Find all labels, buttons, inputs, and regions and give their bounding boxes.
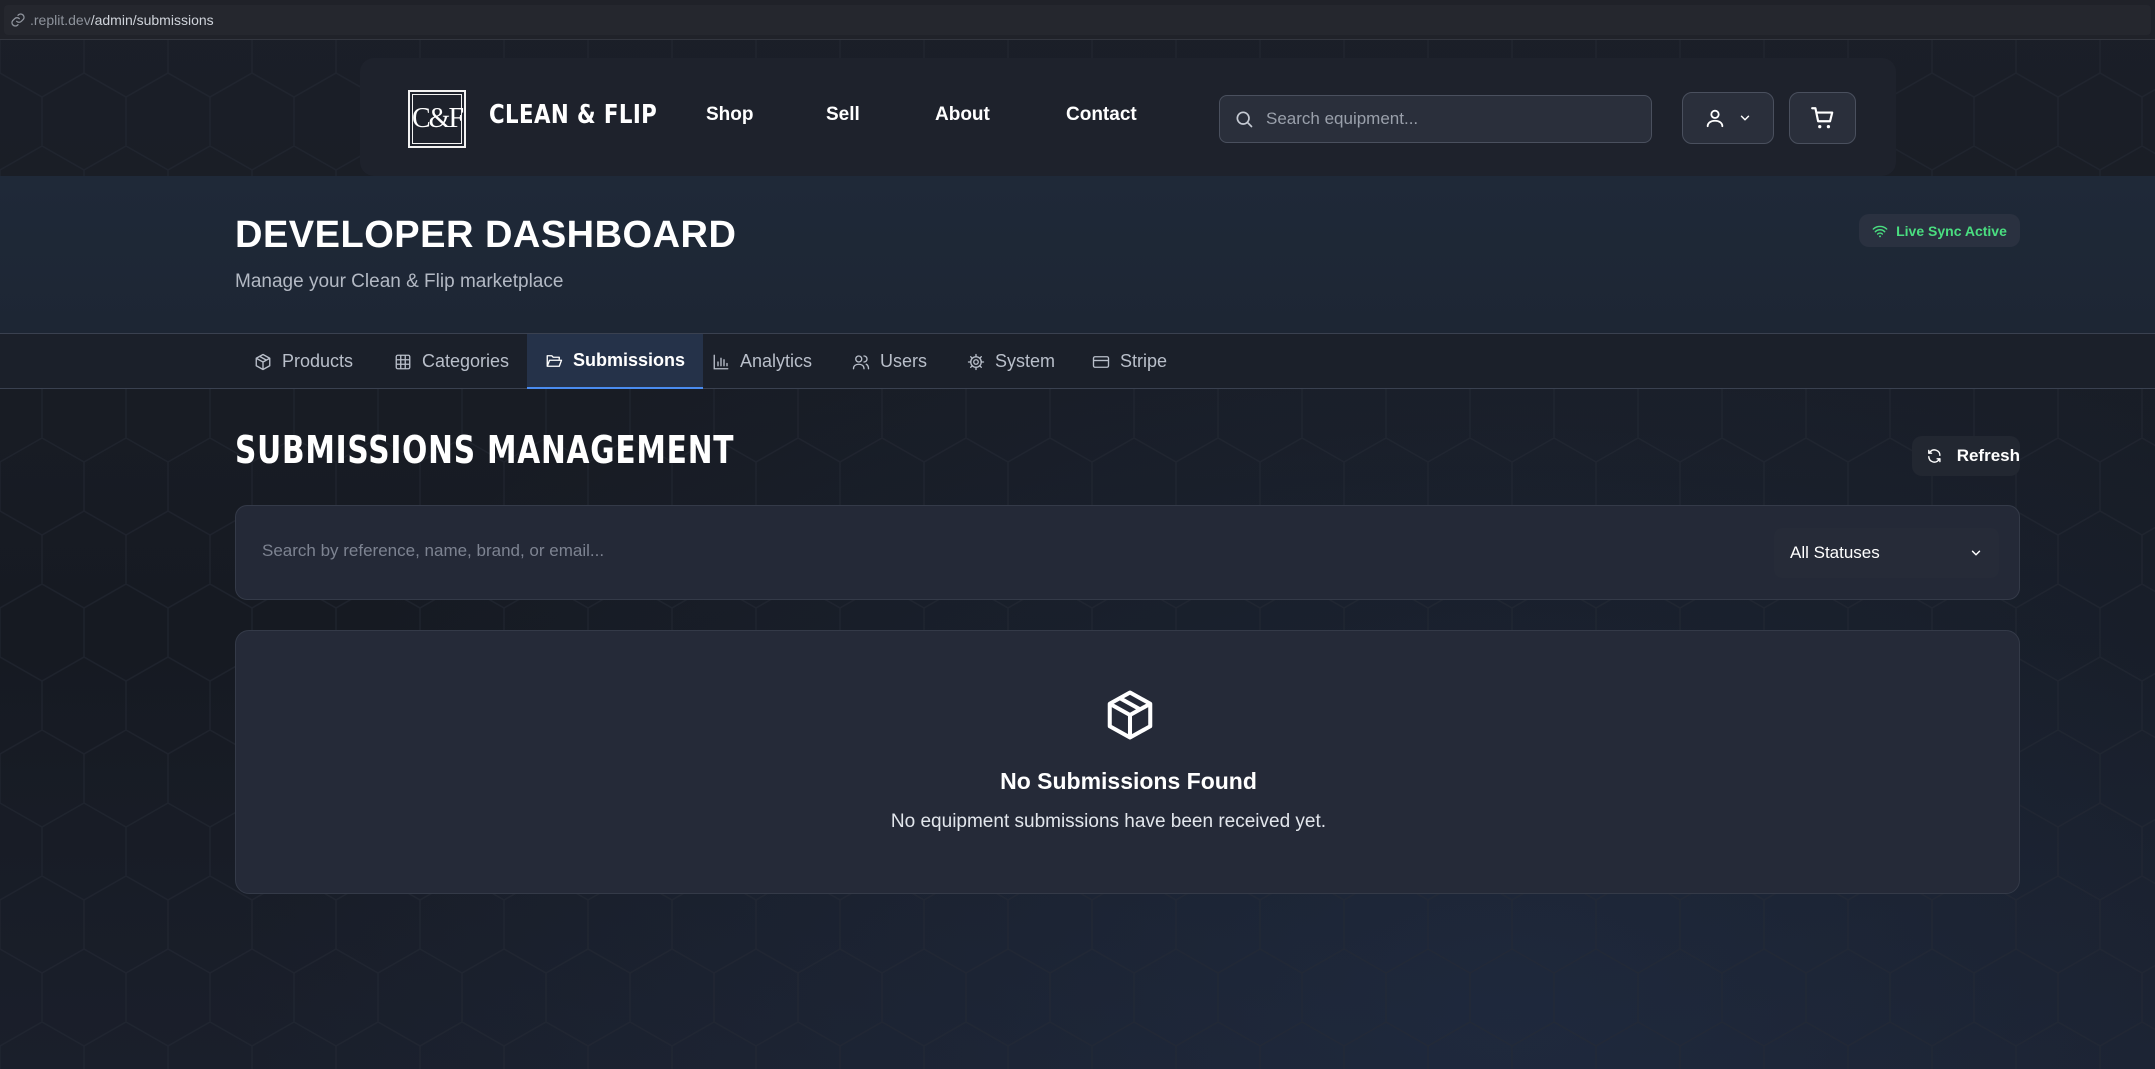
refresh-label: Refresh	[1956, 446, 2020, 465]
page-subtitle: Manage your Clean & Flip marketplace	[235, 271, 564, 292]
brand-name[interactable]: CLEAN & FLIP	[489, 100, 657, 130]
url-field[interactable]: .replit.dev/admin/submissions	[4, 5, 2151, 35]
submission-search-input[interactable]	[252, 526, 1972, 576]
url-domain: .replit.dev	[30, 12, 91, 28]
page: .replit.dev/admin/submissions C&F CLEAN …	[0, 0, 2155, 1069]
browser-url-bar: .replit.dev/admin/submissions	[0, 0, 2155, 40]
tab-label: Stripe	[1120, 351, 1168, 371]
credit-card-icon	[1092, 355, 1110, 368]
chevron-down-icon	[1971, 550, 1981, 556]
tab-label: Submissions	[573, 350, 686, 370]
section-title: SUBMISSIONS MANAGEMENT	[235, 428, 735, 472]
refresh-icon	[1928, 449, 1941, 463]
user-menu-button[interactable]	[1682, 92, 1774, 144]
chevron-down-icon	[1740, 115, 1750, 121]
empty-state-card: No Submissions Found No equipment submis…	[235, 630, 2020, 894]
tab-label: Users	[880, 351, 928, 371]
logo-mark: C&F	[412, 94, 464, 144]
tab-analytics[interactable]: Analytics	[694, 334, 830, 389]
header-search	[1219, 95, 1652, 143]
logo[interactable]: C&F	[408, 90, 466, 148]
status-filter-value: All Statuses	[1790, 543, 1880, 562]
package-icon	[255, 353, 271, 370]
dashboard-hero: DEVELOPER DASHBOARD Manage your Clean & …	[0, 176, 2155, 334]
gear-icon	[967, 353, 985, 370]
nav-about[interactable]: About	[935, 104, 990, 126]
tab-system[interactable]: System	[949, 334, 1073, 389]
nav-shop[interactable]: Shop	[706, 104, 754, 126]
cart-icon	[1810, 107, 1833, 129]
filter-bar: All Statuses	[235, 505, 2020, 600]
bar-chart-icon	[713, 354, 729, 369]
page-title: DEVELOPER DASHBOARD	[235, 214, 737, 256]
users-icon	[852, 354, 870, 369]
nav-sell[interactable]: Sell	[826, 104, 860, 126]
package-icon	[1107, 690, 1153, 740]
empty-state-title: No Submissions Found	[1000, 768, 1257, 794]
tab-label: System	[995, 351, 1056, 371]
dashboard-tabs: Products Categories Submissions Analytic…	[0, 334, 2155, 389]
live-sync-label: Live Sync Active	[1896, 222, 2007, 239]
tab-categories[interactable]: Categories	[376, 334, 527, 389]
search-icon	[1236, 111, 1253, 128]
folder-open-icon	[546, 354, 563, 367]
status-filter-select[interactable]: All Statuses	[1774, 528, 1999, 578]
empty-state-message: No equipment submissions have been recei…	[890, 811, 1327, 832]
tab-label: Analytics	[740, 351, 813, 371]
user-icon	[1706, 109, 1724, 128]
tab-label: Products	[282, 351, 354, 371]
search-input[interactable]	[1266, 109, 1626, 129]
grid-icon	[395, 354, 411, 369]
tab-users[interactable]: Users	[834, 334, 945, 389]
site-header: C&F CLEAN & FLIP Shop Sell About Contact	[360, 58, 1896, 176]
cart-button[interactable]	[1789, 92, 1856, 144]
tab-stripe[interactable]: Stripe	[1074, 334, 1185, 389]
refresh-button[interactable]: Refresh	[1912, 436, 2020, 476]
nav-contact[interactable]: Contact	[1066, 104, 1137, 126]
tab-submissions[interactable]: Submissions	[527, 334, 704, 389]
tab-label: Categories	[422, 351, 510, 371]
wifi-icon	[1872, 225, 1888, 237]
url-path: /admin/submissions	[90, 12, 214, 28]
live-sync-badge: Live Sync Active	[1859, 214, 2020, 247]
link-icon	[11, 13, 25, 27]
tab-products[interactable]: Products	[236, 334, 371, 389]
